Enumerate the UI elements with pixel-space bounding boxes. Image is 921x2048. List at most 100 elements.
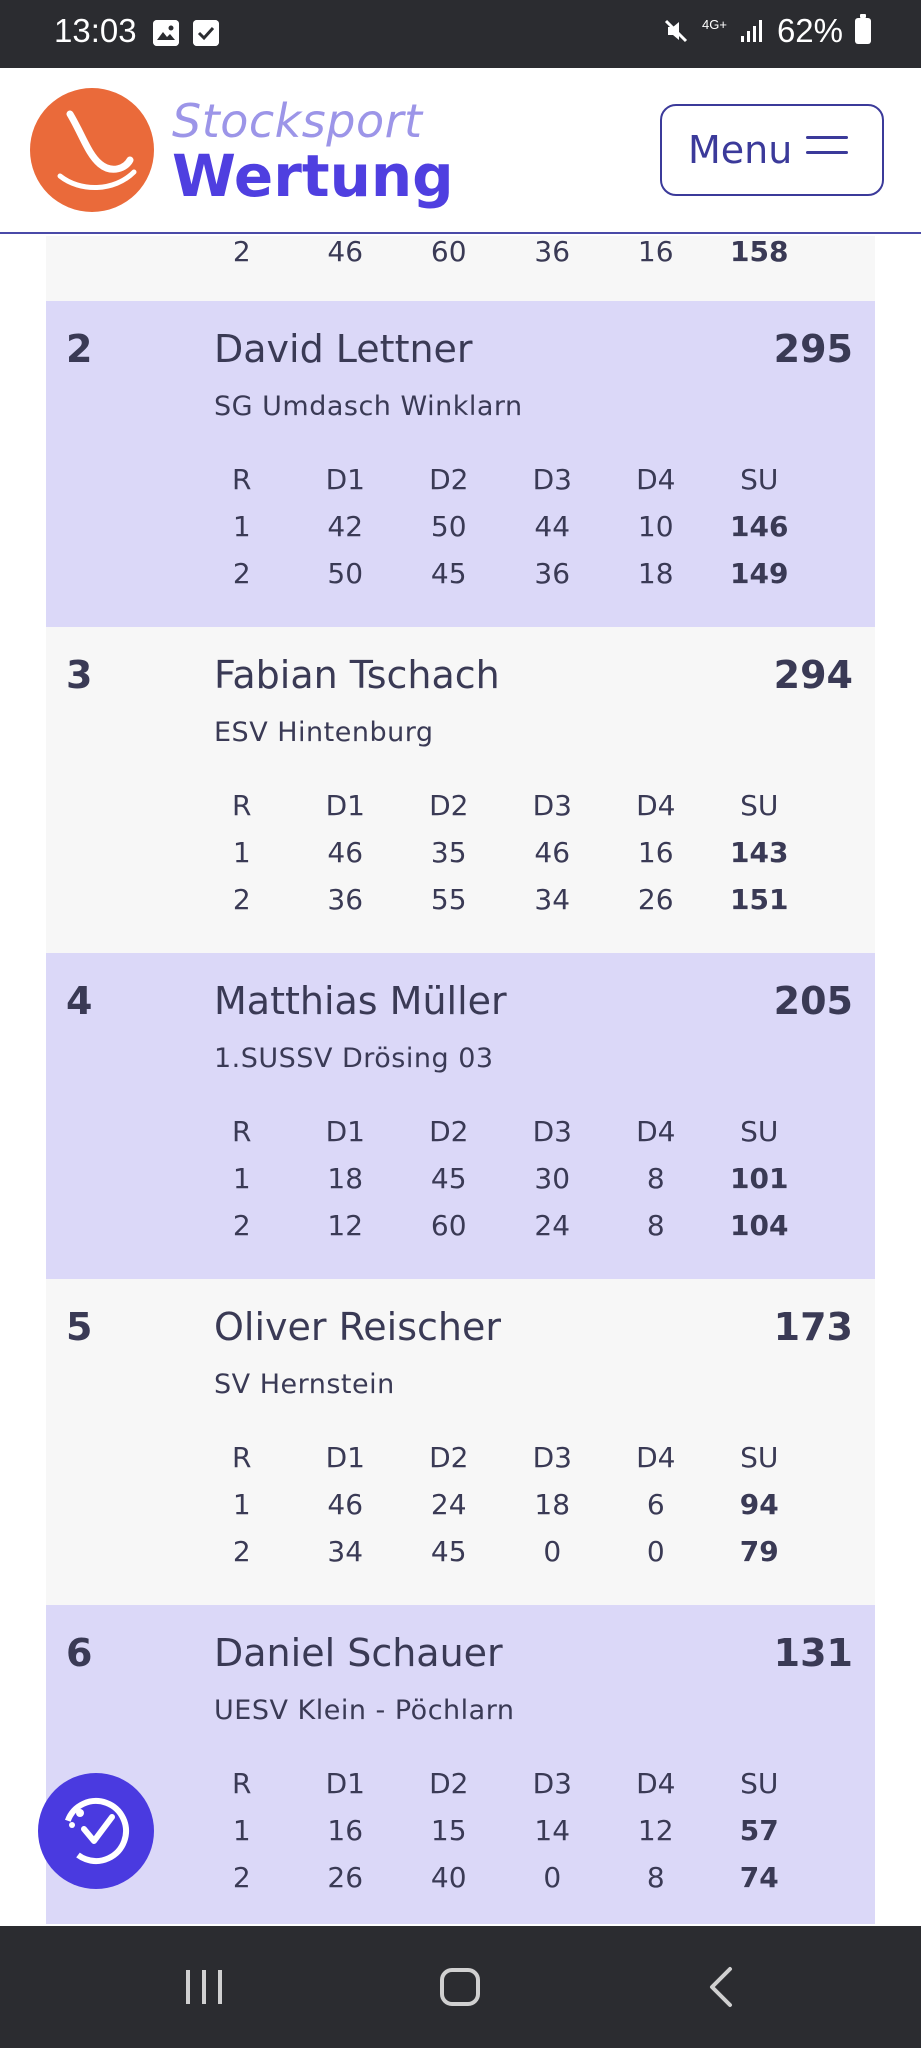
total-score: 205 [773, 979, 853, 1023]
column-header: D4 [636, 1441, 676, 1474]
column-header: R [232, 463, 252, 496]
rank: 5 [66, 1305, 93, 1349]
result-entry[interactable]: 2 David Lettner 295 SG Umdasch Winklarn … [46, 301, 875, 627]
table-cell: 24 [430, 1488, 467, 1521]
table-cell: 24 [534, 1209, 571, 1242]
result-entry[interactable]: 4 Matthias Müller 205 1.SUSSV Drösing 03… [46, 953, 875, 1279]
table-row: 1 46 24 18 6 94 [190, 1481, 811, 1528]
table-cell: 36 [327, 883, 364, 916]
player-name: Matthias Müller [214, 979, 507, 1023]
score-table: R D1 D2 D3 D4 SU 1 42 50 44 10 146 2 50 … [190, 456, 811, 597]
table-cell: 0 [646, 1535, 665, 1568]
table-cell: 0 [543, 1861, 562, 1894]
result-entry[interactable]: 5 Oliver Reischer 173 SV Hernstein R D1 … [46, 1279, 875, 1605]
table-header-row: R D1 D2 D3 D4 SU [190, 782, 811, 829]
battery-icon [855, 14, 871, 44]
table-cell: 30 [534, 1162, 571, 1195]
table-header-row: R D1 D2 D3 D4 SU [190, 1760, 811, 1807]
back-icon[interactable] [706, 1966, 736, 2008]
column-header: D2 [429, 789, 469, 822]
column-header: R [232, 1441, 252, 1474]
table-header-row: R D1 D2 D3 D4 SU [190, 1434, 811, 1481]
table-cell-sum: 79 [739, 1535, 779, 1568]
table-cell-sum: 104 [730, 1209, 789, 1242]
table-cell-sum: 74 [739, 1861, 779, 1894]
table-row: 2 26 40 0 8 74 [190, 1854, 811, 1901]
table-cell: 6 [646, 1488, 665, 1521]
column-header: D1 [325, 463, 365, 496]
column-header: D2 [429, 1767, 469, 1800]
logo-title-line2: Wertung [172, 142, 454, 210]
table-cell: 46 [534, 836, 571, 869]
table-cell: 36 [534, 557, 571, 590]
table-cell: 44 [534, 510, 571, 543]
table-cell: 18 [534, 1488, 571, 1521]
table-row: 2 12 60 24 8 104 [190, 1202, 811, 1249]
table-row: 1 18 45 30 8 101 [190, 1155, 811, 1202]
hamburger-icon [806, 136, 848, 166]
score-table: R D1 D2 D3 D4 SU 1 46 35 46 16 143 2 36 … [190, 782, 811, 923]
image-icon [153, 20, 179, 46]
table-cell: 55 [430, 883, 467, 916]
column-header: D2 [429, 463, 469, 496]
table-cell: 8 [646, 1861, 665, 1894]
table-cell: 45 [430, 557, 467, 590]
table-cell-sum: 57 [739, 1814, 779, 1847]
table-header-row: R D1 D2 D3 D4 SU [190, 456, 811, 503]
home-icon[interactable] [440, 1968, 480, 2006]
table-cell: 0 [543, 1535, 562, 1568]
table-cell-sum: 146 [730, 510, 789, 543]
player-name: Oliver Reischer [214, 1305, 502, 1349]
column-header: D3 [532, 789, 572, 822]
table-cell: 1 [232, 1814, 251, 1847]
score-table: 2 46 60 36 16 158 [190, 236, 811, 268]
column-header: D1 [325, 1441, 365, 1474]
column-header: D4 [636, 789, 676, 822]
column-header: SU [740, 1441, 779, 1474]
table-cell: 60 [430, 1209, 467, 1242]
result-entry[interactable]: 3 Fabian Tschach 294 ESV Hintenburg R D1… [46, 627, 875, 953]
column-header: D2 [429, 1441, 469, 1474]
table-row: 1 46 35 46 16 143 [190, 829, 811, 876]
club-name: SV Hernstein [214, 1369, 395, 1400]
system-nav-bar [0, 1926, 921, 2048]
table-cell: 15 [430, 1814, 467, 1847]
logo-icon[interactable] [30, 88, 154, 212]
table-cell: 16 [637, 236, 674, 268]
table-cell: 1 [232, 836, 251, 869]
player-name: Fabian Tschach [214, 653, 500, 697]
table-cell-sum: 94 [739, 1488, 779, 1521]
column-header: SU [740, 1115, 779, 1148]
recent-apps-icon[interactable] [186, 1970, 226, 2004]
signal-icon [740, 20, 762, 42]
table-cell: 2 [232, 557, 251, 590]
club-name: 1.SUSSV Drösing 03 [214, 1043, 494, 1074]
table-cell: 40 [430, 1861, 467, 1894]
table-row: 2 36 55 34 26 151 [190, 876, 811, 923]
table-header-row: R D1 D2 D3 D4 SU [190, 1108, 811, 1155]
result-entry[interactable]: 6 Daniel Schauer 131 UESV Klein - Pöchla… [46, 1605, 875, 1924]
accessibility-button[interactable] [38, 1773, 154, 1889]
check-box-icon [193, 20, 219, 46]
table-cell: 26 [327, 1861, 364, 1894]
table-cell: 1 [232, 510, 251, 543]
table-cell: 2 [232, 883, 251, 916]
site-header: Stocksport Wertung Menu [0, 68, 921, 234]
menu-button[interactable]: Menu [660, 104, 884, 196]
battery-percent: 62% [776, 12, 843, 49]
table-cell: 16 [637, 836, 674, 869]
total-score: 295 [773, 327, 853, 371]
network-label: 4G+ [702, 17, 727, 32]
table-cell: 16 [327, 1814, 364, 1847]
table-row: 2 50 45 36 18 149 [190, 550, 811, 597]
table-cell: 50 [430, 510, 467, 543]
column-header: D4 [636, 463, 676, 496]
table-cell: 60 [430, 236, 467, 268]
score-table: R D1 D2 D3 D4 SU 1 46 24 18 6 94 2 34 45… [190, 1434, 811, 1575]
table-cell: 8 [646, 1162, 665, 1195]
status-time: 13:03 [54, 12, 137, 49]
column-header: SU [740, 789, 779, 822]
column-header: D3 [532, 1115, 572, 1148]
accessibility-icon [63, 1798, 129, 1864]
column-header: D1 [325, 789, 365, 822]
